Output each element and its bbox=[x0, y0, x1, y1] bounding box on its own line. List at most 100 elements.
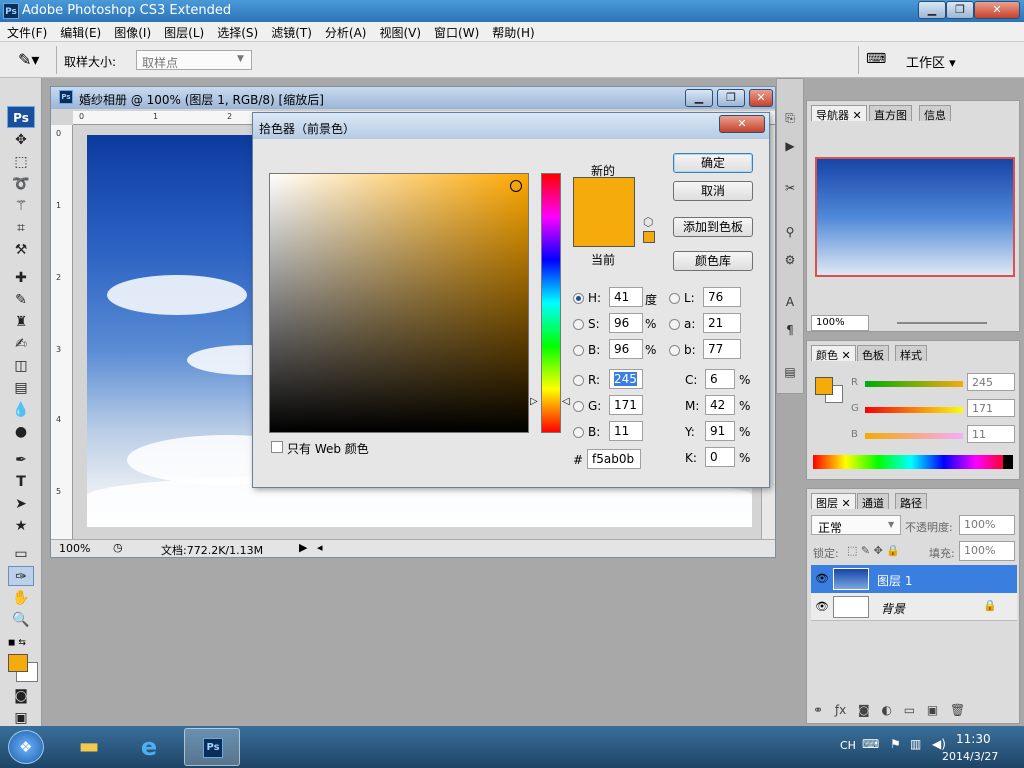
hue-slider-right-arrow-icon[interactable]: ◁ bbox=[562, 396, 570, 407]
doc-minimize-button[interactable]: ▁ bbox=[685, 89, 713, 107]
cancel-button[interactable]: 取消 bbox=[673, 181, 753, 201]
blue-radio[interactable] bbox=[573, 427, 584, 438]
actions-panel-icon[interactable]: ▶ bbox=[781, 137, 799, 155]
websafe-swatch[interactable] bbox=[643, 231, 655, 243]
lasso-tool-icon[interactable]: ➰ bbox=[8, 174, 34, 194]
layer-comps-icon[interactable]: ▤ bbox=[781, 363, 799, 381]
keyboard-icon[interactable]: ⌨ bbox=[862, 737, 879, 751]
tab-channels[interactable]: 通道 bbox=[857, 493, 889, 510]
status-menu-arrow-icon[interactable]: ▶ bbox=[299, 541, 307, 554]
menu-view[interactable]: 视图(V) bbox=[372, 22, 427, 41]
navigator-zoom-slider[interactable] bbox=[897, 322, 987, 324]
foreground-color-swatch[interactable] bbox=[8, 654, 28, 672]
dialog-close-button[interactable]: ✕ bbox=[719, 115, 765, 133]
minimize-button[interactable]: ▁ bbox=[918, 1, 946, 19]
history-panel-icon[interactable]: ⎘ bbox=[781, 109, 799, 127]
tab-styles[interactable]: 样式 bbox=[895, 345, 927, 362]
tab-info[interactable]: 信息 bbox=[919, 105, 951, 122]
zoom-level[interactable]: 100% bbox=[59, 542, 90, 555]
menu-select[interactable]: 选择(S) bbox=[210, 22, 264, 41]
menu-image[interactable]: 图像(I) bbox=[107, 22, 157, 41]
current-color-swatch[interactable] bbox=[573, 213, 635, 247]
tab-layers[interactable]: 图层 ✕ bbox=[811, 493, 856, 510]
scroll-left-icon[interactable]: ◂ bbox=[317, 541, 323, 554]
channel-value-r[interactable]: 245 bbox=[967, 373, 1015, 391]
magenta-input[interactable]: 42 bbox=[705, 395, 735, 415]
lab-a-radio[interactable] bbox=[669, 319, 680, 330]
navigator-zoom[interactable]: 100% bbox=[811, 315, 869, 331]
menu-file[interactable]: 文件(F) bbox=[0, 22, 53, 41]
dodge-tool-icon[interactable]: ● bbox=[8, 422, 34, 442]
bridge-icon[interactable]: ⌨ bbox=[866, 51, 886, 67]
screen-mode-icon[interactable]: ▣ bbox=[8, 708, 34, 728]
language-indicator[interactable]: CH bbox=[840, 739, 856, 752]
web-colors-checkbox[interactable] bbox=[271, 441, 283, 453]
channel-slider-b[interactable] bbox=[865, 433, 963, 439]
color-field-cursor[interactable] bbox=[510, 180, 522, 192]
menu-layer[interactable]: 图层(L) bbox=[157, 22, 210, 41]
taskbar-photoshop[interactable]: Ps bbox=[184, 728, 240, 766]
color-ramp-black[interactable] bbox=[1003, 455, 1013, 469]
color-spectrum-ramp[interactable] bbox=[813, 455, 1009, 469]
pen-tool-icon[interactable]: ✒ bbox=[8, 450, 34, 470]
hue-slider[interactable] bbox=[541, 173, 561, 433]
tab-color[interactable]: 颜色 ✕ bbox=[811, 345, 856, 362]
menu-window[interactable]: 窗口(W) bbox=[427, 22, 485, 41]
lab-l-input[interactable]: 76 bbox=[703, 287, 741, 307]
tab-navigator[interactable]: 导航器 ✕ bbox=[811, 105, 867, 122]
clock-date[interactable]: 2014/3/27 bbox=[942, 750, 998, 763]
channel-value-g[interactable]: 171 bbox=[967, 399, 1015, 417]
gradient-tool-icon[interactable]: ▤ bbox=[8, 378, 34, 398]
move-tool-icon[interactable]: ✥ bbox=[8, 130, 34, 150]
color-libraries-button[interactable]: 颜色库 bbox=[673, 251, 753, 271]
brightness-radio[interactable] bbox=[573, 345, 584, 356]
paragraph-panel-icon[interactable]: ¶ bbox=[781, 321, 799, 339]
quick-mask-icon[interactable]: ◙ bbox=[8, 686, 34, 706]
workspace-button[interactable]: 工作区 ▾ bbox=[906, 52, 956, 71]
eyedropper-tool-icon[interactable]: ✑ bbox=[8, 566, 34, 586]
magic-wand-icon[interactable]: ⚚ bbox=[8, 196, 34, 216]
saturation-radio[interactable] bbox=[573, 319, 584, 330]
brightness-input[interactable]: 96 bbox=[609, 339, 643, 359]
start-button[interactable]: ❖ bbox=[8, 730, 44, 764]
menu-filter[interactable]: 滤镜(T) bbox=[264, 22, 318, 41]
hue-slider-left-arrow-icon[interactable]: ▷ bbox=[530, 396, 538, 407]
color-foreground-swatch[interactable] bbox=[815, 377, 833, 395]
marquee-tool-icon[interactable]: ⬚ bbox=[8, 152, 34, 172]
status-info-icon[interactable]: ◷ bbox=[113, 541, 123, 554]
sample-size-select[interactable]: 取样点 ▼ bbox=[136, 50, 252, 70]
flag-icon[interactable]: ⚑ bbox=[890, 737, 901, 751]
brush-tool-icon[interactable]: ✎ bbox=[8, 290, 34, 310]
notes-tool-icon[interactable]: ▭ bbox=[8, 544, 34, 564]
close-button[interactable]: ✕ bbox=[974, 1, 1020, 19]
menu-help[interactable]: 帮助(H) bbox=[485, 22, 540, 41]
lab-a-input[interactable]: 21 bbox=[703, 313, 741, 333]
saturation-input[interactable]: 96 bbox=[609, 313, 643, 333]
channel-slider-g[interactable] bbox=[865, 407, 963, 413]
fill-input[interactable]: 100% bbox=[959, 541, 1015, 561]
ok-button[interactable]: 确定 bbox=[673, 153, 753, 173]
tab-paths[interactable]: 路径 bbox=[895, 493, 927, 510]
cyan-input[interactable]: 6 bbox=[705, 369, 735, 389]
lab-l-radio[interactable] bbox=[669, 293, 680, 304]
hand-tool-icon[interactable]: ✋ bbox=[8, 588, 34, 608]
out-of-gamut-cube-icon[interactable]: ⬡ bbox=[643, 215, 653, 229]
layers-footer-icons[interactable]: ⚭ ƒx ◙ ◐ ▭ ▣ 🗑 bbox=[813, 703, 965, 717]
eye-icon[interactable]: 👁 bbox=[815, 600, 829, 613]
eye-icon[interactable]: 👁 bbox=[815, 572, 829, 585]
crop-tool-icon[interactable]: ⌗ bbox=[8, 218, 34, 238]
clock-time[interactable]: 11:30 bbox=[956, 732, 991, 746]
lock-icons[interactable]: ⬚ ✎ ✥ 🔒 bbox=[847, 544, 900, 557]
layer-row-background[interactable]: 👁 背景 🔒 bbox=[811, 593, 1017, 621]
yellow-input[interactable]: 91 bbox=[705, 421, 735, 441]
hue-radio[interactable] bbox=[573, 293, 584, 304]
blend-mode-select[interactable]: 正常 ▼ bbox=[811, 515, 901, 535]
brushes-panel-icon[interactable]: ⚲ bbox=[781, 223, 799, 241]
green-input[interactable]: 171 bbox=[609, 395, 643, 415]
blur-tool-icon[interactable]: 💧 bbox=[8, 400, 34, 420]
tab-swatches[interactable]: 色板 bbox=[857, 345, 889, 362]
lab-b-radio[interactable] bbox=[669, 345, 680, 356]
doc-maximize-button[interactable]: ❐ bbox=[717, 89, 745, 107]
slice-tool-icon[interactable]: ⚒ bbox=[8, 240, 34, 260]
clone-stamp-icon[interactable]: ♜ bbox=[8, 312, 34, 332]
